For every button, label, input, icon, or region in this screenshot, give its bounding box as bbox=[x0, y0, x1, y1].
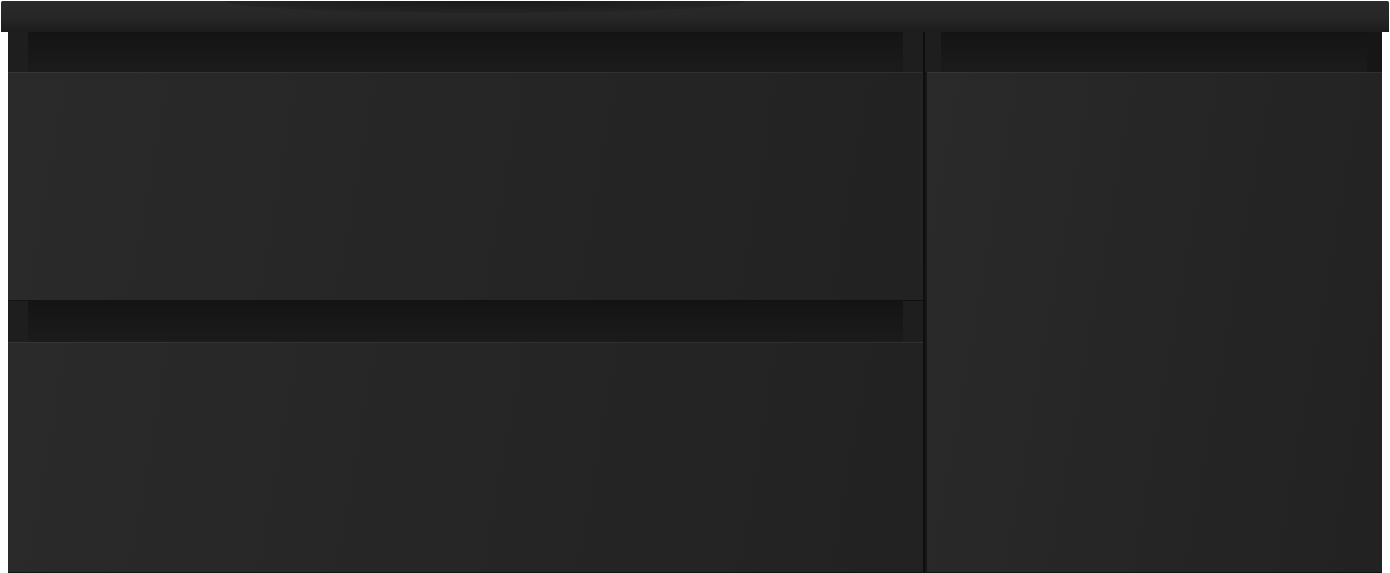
top-handle-recess-left bbox=[8, 32, 923, 72]
left-side-post-middle bbox=[8, 301, 28, 342]
cabinet-divider bbox=[923, 32, 925, 573]
lower-drawer-front[interactable] bbox=[8, 342, 923, 573]
top-handle-recess-right bbox=[927, 32, 1367, 72]
center-post-middle bbox=[903, 301, 923, 342]
center-post-top-right bbox=[925, 32, 941, 72]
vanity-cabinet-scene bbox=[0, 0, 1390, 573]
center-post-top-left bbox=[903, 32, 923, 72]
right-cabinet-door[interactable] bbox=[927, 72, 1382, 573]
middle-handle-recess bbox=[8, 301, 923, 342]
left-side-post-top bbox=[8, 32, 28, 72]
upper-drawer-front[interactable] bbox=[8, 72, 923, 301]
